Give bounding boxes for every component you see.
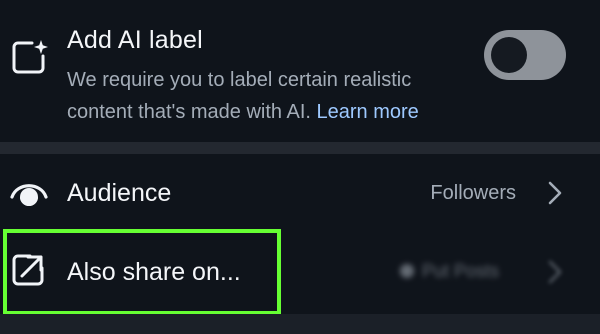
obscured-share-text: Put Posts	[422, 261, 500, 281]
audience-row[interactable]: Audience Followers	[0, 154, 600, 232]
obscured-share-value: Put Posts	[398, 259, 516, 283]
ai-label-row: Add AI label We require you to label cer…	[0, 0, 600, 142]
section-divider	[0, 142, 600, 154]
chevron-right-icon	[548, 260, 562, 284]
obscured-avatar	[400, 264, 414, 278]
audience-value: Followers	[430, 182, 516, 204]
sparkle-square-icon	[12, 40, 48, 74]
also-share-label: Also share on...	[67, 258, 241, 286]
ai-label-description: We require you to label certain realisti…	[67, 64, 477, 128]
post-settings-screen: Add AI label We require you to label cer…	[0, 0, 600, 334]
share-arrow-icon	[12, 254, 44, 286]
bottom-divider	[0, 314, 600, 334]
ai-label-toggle[interactable]	[484, 30, 566, 80]
audience-label: Audience	[67, 179, 172, 207]
eye-icon	[10, 184, 48, 206]
toggle-knob	[491, 37, 527, 73]
learn-more-link[interactable]: Learn more	[317, 101, 419, 123]
also-share-row[interactable]: Also share on... Put Posts	[0, 232, 600, 312]
chevron-right-icon	[548, 181, 562, 205]
ai-label-title: Add AI label	[67, 26, 203, 54]
